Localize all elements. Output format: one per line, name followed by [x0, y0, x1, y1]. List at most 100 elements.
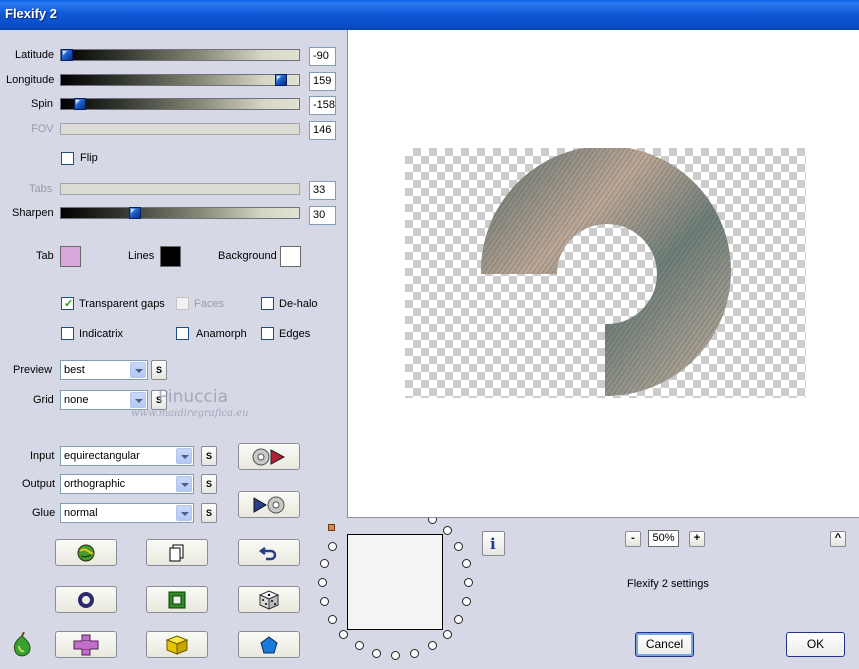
preview-s-button[interactable]: S [151, 360, 167, 380]
de-halo-checkbox[interactable] [261, 297, 274, 310]
cube-shape-button[interactable] [146, 631, 208, 658]
chevron-down-icon[interactable] [176, 448, 192, 464]
pentagon-shape-button[interactable] [238, 631, 300, 658]
preset-dot[interactable] [391, 651, 400, 660]
ring-shape-button[interactable] [55, 586, 117, 613]
ring-icon [78, 591, 94, 608]
chevron-down-icon[interactable] [176, 476, 192, 492]
chevron-down-icon[interactable] [176, 505, 192, 521]
fov-label: FOV [31, 123, 54, 135]
fov-slider [60, 123, 300, 135]
output-select[interactable]: orthographic [60, 474, 194, 494]
sharpen-slider[interactable] [60, 207, 300, 219]
preset-dot[interactable] [442, 629, 452, 639]
preset-dot[interactable] [318, 578, 327, 587]
square-frame-icon [168, 591, 186, 608]
thumbnail-preview[interactable] [347, 534, 443, 630]
transparent-gaps-checkbox[interactable]: ✓ [61, 297, 74, 310]
latitude-slider[interactable] [60, 49, 300, 61]
longitude-value[interactable]: 159 [309, 72, 336, 91]
background-color-swatch[interactable] [280, 246, 301, 267]
anamorph-checkbox[interactable] [176, 327, 189, 340]
cancel-button[interactable]: Cancel [635, 632, 694, 657]
preview-select[interactable]: best [60, 360, 148, 380]
grid-select[interactable]: none [60, 390, 148, 410]
play-to-disc-icon [253, 496, 285, 513]
window-title: Flexify 2 [5, 6, 58, 21]
input-select-value: equirectangular [64, 450, 140, 462]
latitude-value[interactable]: -90 [309, 47, 336, 66]
output-s-button[interactable]: S [201, 474, 217, 494]
preset-dot[interactable] [372, 648, 382, 658]
frame-shape-button[interactable] [146, 586, 208, 613]
preview-panel[interactable] [347, 30, 859, 518]
random-dice-button[interactable] [238, 586, 300, 613]
sharpen-label: Sharpen [12, 207, 54, 219]
tab-color-swatch[interactable] [60, 246, 81, 267]
glue-label: Glue [32, 507, 56, 519]
edges-checkbox[interactable] [261, 327, 274, 340]
indicatrix-checkbox[interactable] [61, 327, 74, 340]
output-convert-button[interactable] [238, 491, 300, 518]
randomize-globe-button[interactable] [55, 539, 117, 566]
preset-dot[interactable] [461, 596, 471, 606]
flip-label: Flip [80, 152, 98, 164]
preset-dot[interactable] [327, 614, 337, 624]
preset-dot[interactable] [409, 648, 419, 658]
info-icon: i [490, 535, 496, 553]
flip-checkbox[interactable] [61, 152, 74, 165]
undo-button[interactable] [238, 539, 300, 566]
info-button[interactable]: i [482, 531, 505, 556]
faces-checkbox [176, 297, 189, 310]
longitude-slider[interactable] [60, 74, 300, 86]
preset-dot[interactable] [454, 614, 464, 624]
cross-shape-button[interactable] [55, 631, 117, 658]
spin-value[interactable]: -158 [309, 96, 336, 115]
lines-color-swatch[interactable] [160, 246, 181, 267]
spin-thumb[interactable] [74, 98, 86, 110]
glue-s-button[interactable]: S [201, 503, 217, 523]
preset-dot[interactable] [320, 559, 330, 569]
tabs-value: 33 [309, 181, 336, 200]
preset-dot[interactable] [427, 641, 437, 651]
glue-select[interactable]: normal [60, 503, 194, 523]
faces-label: Faces [194, 298, 224, 310]
preset-dot[interactable] [454, 541, 464, 551]
spin-slider[interactable] [60, 98, 300, 110]
zoom-in-button[interactable]: + [689, 531, 705, 547]
chevron-down-icon[interactable] [130, 392, 146, 408]
ok-button[interactable]: OK [786, 632, 845, 657]
check-mark-icon: ✓ [64, 298, 74, 310]
input-convert-button[interactable] [238, 443, 300, 470]
preset-dot[interactable] [464, 578, 473, 587]
longitude-thumb[interactable] [275, 74, 287, 86]
ring-handle[interactable] [328, 524, 335, 531]
cube-icon [165, 634, 189, 655]
grid-select-value: none [64, 394, 89, 406]
edges-label: Edges [279, 328, 311, 340]
preset-dot[interactable] [320, 596, 330, 606]
transparency-checkerboard [405, 148, 806, 398]
sharpen-thumb[interactable] [129, 207, 141, 219]
zoom-out-button[interactable]: - [625, 531, 641, 547]
latitude-thumb[interactable] [61, 49, 73, 61]
transparent-gaps-label: Transparent gaps [79, 298, 165, 310]
flexified-preview-image [480, 148, 731, 397]
copy-pages-icon [169, 544, 184, 561]
expand-up-button[interactable]: ^ [830, 531, 846, 547]
preset-dot[interactable] [339, 629, 349, 639]
preset-dot[interactable] [354, 641, 364, 651]
chevron-down-icon[interactable] [130, 362, 146, 378]
input-s-button[interactable]: S [201, 446, 217, 466]
zoom-level: 50% [648, 530, 679, 547]
fov-value: 146 [309, 121, 336, 140]
input-select[interactable]: equirectangular [60, 446, 194, 466]
preset-dot[interactable] [461, 559, 471, 569]
pentagon-icon [260, 635, 278, 653]
preset-dot[interactable] [442, 526, 452, 536]
preset-dot[interactable] [327, 541, 337, 551]
sharpen-value[interactable]: 30 [309, 206, 336, 225]
copy-button[interactable] [146, 539, 208, 566]
indicatrix-label: Indicatrix [79, 328, 124, 340]
preview-label: Preview [13, 364, 53, 376]
